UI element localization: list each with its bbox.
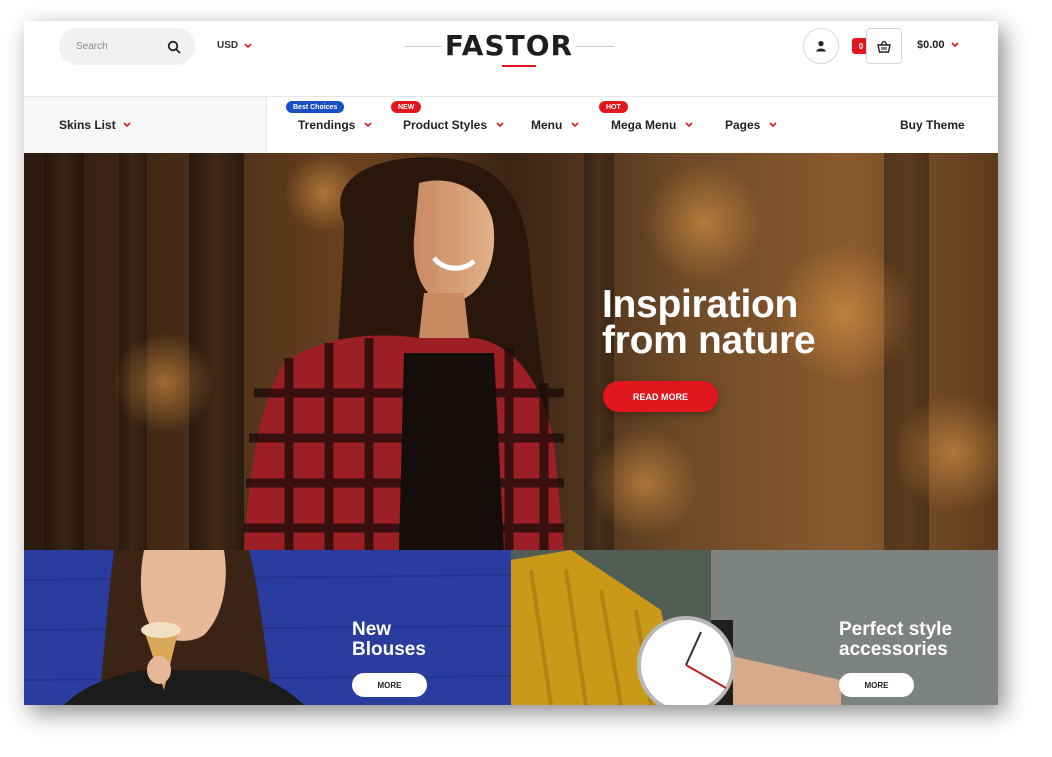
nav-item-label: Trendings — [298, 118, 356, 132]
skins-list-label: Skins List — [59, 118, 116, 132]
chevron-down-icon — [950, 42, 959, 48]
skins-list-dropdown[interactable]: Skins List — [24, 97, 267, 153]
nav-item-label: Mega Menu — [611, 118, 677, 132]
nav-item-label: Product Styles — [403, 118, 488, 132]
badge-hot: HOT — [599, 101, 628, 113]
main-nav: Skins List Best Choices Trendings NEW Pr… — [24, 96, 998, 153]
nav-item-mega-menu[interactable]: Mega Menu — [611, 118, 693, 132]
badge-new: NEW — [391, 101, 422, 113]
logo-text: FASTOR — [444, 29, 574, 62]
cart-total-label: $0.00 — [917, 39, 945, 51]
nav-item-product-styles[interactable]: Product Styles — [403, 118, 504, 132]
nav-item-menu[interactable]: Menu — [531, 118, 579, 132]
chevron-down-icon — [571, 122, 579, 128]
banner-title-line1: New — [352, 619, 392, 640]
chevron-down-icon — [123, 122, 131, 128]
chevron-down-icon — [496, 122, 504, 128]
hero-image — [44, 153, 998, 550]
cart-total[interactable]: $0.00 — [917, 39, 959, 51]
logo-accent — [502, 65, 536, 67]
more-button[interactable]: MORE — [352, 673, 427, 697]
banner-title-line1: Perfect style — [839, 619, 953, 640]
buy-theme-link[interactable]: Buy Theme — [900, 118, 965, 132]
hero-title-line1: Inspiration — [602, 283, 799, 326]
currency-selector[interactable]: USD — [217, 40, 252, 51]
nav-item-label: Menu — [531, 118, 563, 132]
more-button[interactable]: MORE — [839, 673, 914, 697]
user-icon — [816, 41, 826, 52]
nav-item-pages[interactable]: Pages — [725, 118, 777, 132]
banner-title-accessories: Perfect style accessories — [839, 620, 952, 660]
account-button[interactable] — [803, 28, 839, 64]
top-header: USD FASTOR 0 $0.00 — [24, 21, 998, 97]
banner-new-blouses[interactable]: New Blouses MORE — [24, 550, 511, 705]
chevron-down-icon — [244, 42, 252, 48]
search-icon[interactable] — [167, 40, 181, 54]
banner-image-blouses — [24, 550, 511, 705]
nav-item-label: Pages — [725, 118, 761, 132]
read-more-button[interactable]: READ MORE — [603, 381, 718, 412]
badge-best-choices: Best Choices — [286, 101, 345, 113]
currency-label: USD — [217, 40, 239, 51]
banner-title-line2: Blouses — [352, 639, 426, 660]
logo[interactable]: FASTOR — [404, 29, 614, 67]
banner-title-line2: accessories — [839, 639, 948, 660]
chevron-down-icon — [364, 122, 372, 128]
page-frame: USD FASTOR 0 $0.00 — [24, 21, 998, 705]
basket-icon — [877, 40, 891, 53]
hero-title: Inspiration from nature — [602, 283, 816, 362]
search-box[interactable] — [59, 28, 195, 65]
hero-title-line2: from nature — [602, 319, 816, 362]
banner-accessories[interactable]: Perfect style accessories MORE — [511, 550, 998, 705]
nav-item-trendings[interactable]: Trendings — [298, 118, 372, 132]
hero-banner: Inspiration from nature READ MORE — [24, 153, 998, 550]
search-input[interactable] — [76, 41, 156, 52]
banner-title-blouses: New Blouses — [352, 620, 426, 660]
chevron-down-icon — [685, 122, 693, 128]
chevron-down-icon — [769, 122, 777, 128]
cart-button[interactable] — [866, 28, 902, 64]
